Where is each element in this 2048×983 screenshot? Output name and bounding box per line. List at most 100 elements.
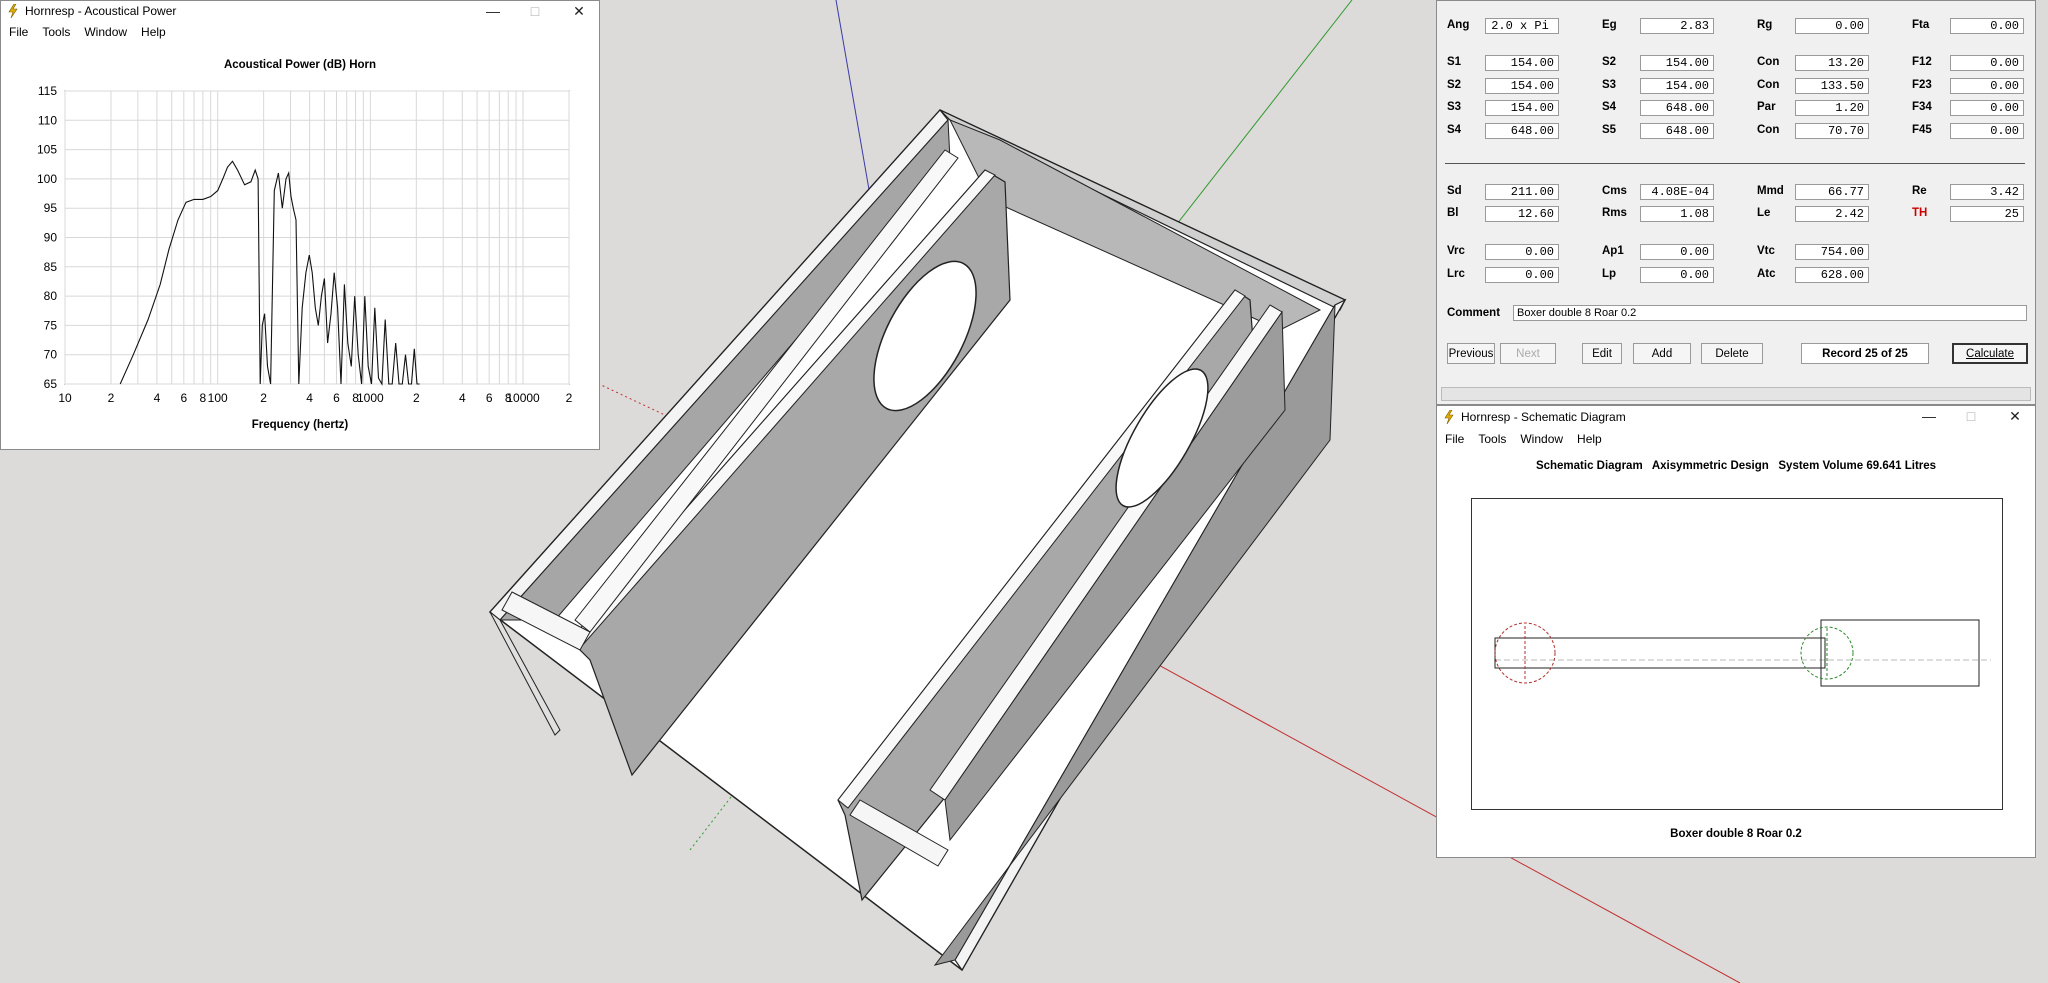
menu-tools[interactable]: Tools bbox=[42, 25, 70, 39]
param-field-s2[interactable]: 154.00 bbox=[1640, 55, 1714, 71]
schematic-titlebar[interactable]: Hornresp - Schematic Diagram — □ ✕ bbox=[1437, 406, 2035, 428]
param-label-par: Par bbox=[1757, 101, 1776, 113]
x-tick-label: 6 bbox=[180, 391, 187, 405]
y-tick-label: 95 bbox=[44, 201, 58, 215]
close-icon[interactable]: ✕ bbox=[559, 1, 599, 21]
menu-help[interactable]: Help bbox=[141, 25, 166, 39]
x-tick-label: 4 bbox=[306, 391, 313, 405]
maximize-icon[interactable]: □ bbox=[515, 1, 555, 21]
param-field-s1[interactable]: 154.00 bbox=[1485, 55, 1559, 71]
param-field-cms[interactable]: 4.08E-04 bbox=[1640, 184, 1714, 200]
acoustical-power-titlebar[interactable]: Hornresp - Acoustical Power — □ ✕ bbox=[1, 1, 599, 21]
param-field-par[interactable]: 1.20 bbox=[1795, 100, 1869, 116]
param-field-con[interactable]: 70.70 bbox=[1795, 122, 1869, 139]
param-label-eg: Eg bbox=[1602, 19, 1617, 31]
param-label-s4: S4 bbox=[1602, 101, 1617, 113]
param-field-s2[interactable]: 154.00 bbox=[1485, 77, 1559, 94]
hornresp-app-icon bbox=[8, 4, 18, 18]
param-field-lrc[interactable]: 0.00 bbox=[1485, 267, 1559, 283]
x-tick-label: 2 bbox=[413, 391, 420, 405]
y-tick-label: 90 bbox=[44, 231, 58, 245]
param-label-lp: Lp bbox=[1602, 268, 1617, 280]
param-field-f45[interactable]: 0.00 bbox=[1950, 122, 2024, 139]
window-title: Hornresp - Schematic Diagram bbox=[1461, 410, 1626, 424]
param-field-con[interactable]: 13.20 bbox=[1795, 55, 1869, 71]
param-field-s3[interactable]: 154.00 bbox=[1640, 77, 1714, 94]
param-field-con[interactable]: 133.50 bbox=[1795, 77, 1869, 94]
param-field-s5[interactable]: 648.00 bbox=[1640, 122, 1714, 139]
param-label-f12: F12 bbox=[1912, 56, 1932, 68]
param-field-vrc[interactable]: 0.00 bbox=[1485, 244, 1559, 260]
menu-file[interactable]: File bbox=[9, 25, 28, 39]
param-field-f12[interactable]: 0.00 bbox=[1950, 55, 2024, 71]
calculate-button[interactable]: Calculate bbox=[1952, 343, 2028, 364]
param-field-s4[interactable]: 648.00 bbox=[1640, 100, 1714, 116]
x-tick-label: 2 bbox=[260, 391, 267, 405]
param-field-rg[interactable]: 0.00 bbox=[1795, 18, 1869, 34]
y-tick-label: 70 bbox=[44, 348, 58, 362]
acoustical-power-window[interactable]: Hornresp - Acoustical Power — □ ✕ File T… bbox=[0, 0, 600, 450]
schematic-content: Schematic Diagram Axisymmetric Design Sy… bbox=[1437, 450, 2035, 857]
menu-window[interactable]: Window bbox=[84, 25, 127, 39]
param-field-vtc[interactable]: 754.00 bbox=[1795, 244, 1869, 260]
comment-label: Comment bbox=[1447, 307, 1501, 319]
maximize-icon[interactable]: □ bbox=[1951, 406, 1991, 426]
param-field-sd[interactable]: 211.00 bbox=[1485, 184, 1559, 200]
add-button[interactable]: Add bbox=[1633, 343, 1691, 364]
schematic-diagram-window[interactable]: Hornresp - Schematic Diagram — □ ✕ File … bbox=[1436, 405, 2036, 858]
param-field-rms[interactable]: 1.08 bbox=[1640, 206, 1714, 222]
x-tick-label: 4 bbox=[459, 391, 466, 405]
delete-button[interactable]: Delete bbox=[1701, 343, 1763, 364]
chart-area: Acoustical Power (dB) Horn 115 110 105 100 9… bbox=[1, 43, 599, 449]
param-field-atc[interactable]: 628.00 bbox=[1795, 267, 1869, 283]
edit-button[interactable]: Edit bbox=[1582, 343, 1622, 364]
x-axis-label: Frequency (hertz) bbox=[251, 419, 349, 431]
y-tick-label: 100 bbox=[37, 172, 57, 186]
comment-field[interactable]: Boxer double 8 Roar 0.2 bbox=[1513, 305, 2027, 321]
param-field-f23[interactable]: 0.00 bbox=[1950, 77, 2024, 94]
hornresp-app-icon bbox=[1444, 410, 1454, 424]
param-field-s3[interactable]: 154.00 bbox=[1485, 100, 1559, 116]
close-icon[interactable]: ✕ bbox=[1995, 406, 2035, 426]
param-field-th[interactable]: 25 bbox=[1950, 206, 2024, 222]
param-label-sd: Sd bbox=[1447, 185, 1462, 197]
param-label-s3: S3 bbox=[1447, 101, 1462, 113]
param-field-ang[interactable]: 2.0 x Pi bbox=[1485, 18, 1559, 34]
menu-help[interactable]: Help bbox=[1577, 432, 1602, 446]
param-label-re: Re bbox=[1912, 185, 1927, 197]
param-field-ap1[interactable]: 0.00 bbox=[1640, 244, 1714, 260]
y-tick-label: 85 bbox=[44, 260, 58, 274]
param-field-mmd[interactable]: 66.77 bbox=[1795, 184, 1869, 200]
menu-tools[interactable]: Tools bbox=[1478, 432, 1506, 446]
param-field-lp[interactable]: 0.00 bbox=[1640, 267, 1714, 283]
schematic-heading: Schematic Diagram Axisymmetric Design Sy… bbox=[1535, 460, 1937, 472]
param-field-fta[interactable]: 0.00 bbox=[1950, 18, 2024, 34]
next-button[interactable]: Next bbox=[1500, 343, 1556, 364]
window-title: Hornresp - Acoustical Power bbox=[25, 4, 177, 18]
param-field-f34[interactable]: 0.00 bbox=[1950, 100, 2024, 116]
minimize-icon[interactable]: — bbox=[473, 1, 513, 21]
param-field-le[interactable]: 2.42 bbox=[1795, 206, 1869, 222]
y-tick-label: 65 bbox=[44, 377, 58, 391]
param-label-le: Le bbox=[1757, 207, 1771, 219]
param-field-re[interactable]: 3.42 bbox=[1950, 184, 2024, 200]
param-label-s2: S2 bbox=[1447, 78, 1462, 91]
y-tick-label: 75 bbox=[44, 318, 58, 332]
minimize-icon[interactable]: — bbox=[1909, 406, 1949, 426]
parameter-panel[interactable]: Ang 2.0 x Pi Eg 2.83 Rg 0.00 Fta 0.00 S1 154.00 S2… bbox=[1436, 0, 2036, 405]
param-label-s5: S5 bbox=[1602, 123, 1617, 136]
param-field-eg[interactable]: 2.83 bbox=[1640, 18, 1714, 34]
param-field-bl[interactable]: 12.60 bbox=[1485, 206, 1559, 222]
param-label-s3: S3 bbox=[1602, 78, 1617, 91]
previous-button[interactable]: Previous bbox=[1447, 343, 1495, 364]
parameter-divider bbox=[1445, 163, 2025, 164]
menu-window[interactable]: Window bbox=[1520, 432, 1563, 446]
param-field-s4[interactable]: 648.00 bbox=[1485, 122, 1559, 139]
param-label-rg: Rg bbox=[1757, 19, 1773, 31]
param-label-fta: Fta bbox=[1912, 19, 1930, 31]
param-label-s1: S1 bbox=[1447, 56, 1462, 68]
param-label-f34: F34 bbox=[1912, 101, 1932, 113]
menu-file[interactable]: File bbox=[1445, 432, 1464, 446]
param-label-con: Con bbox=[1757, 123, 1780, 136]
x-tick-label: 2 bbox=[566, 391, 573, 405]
